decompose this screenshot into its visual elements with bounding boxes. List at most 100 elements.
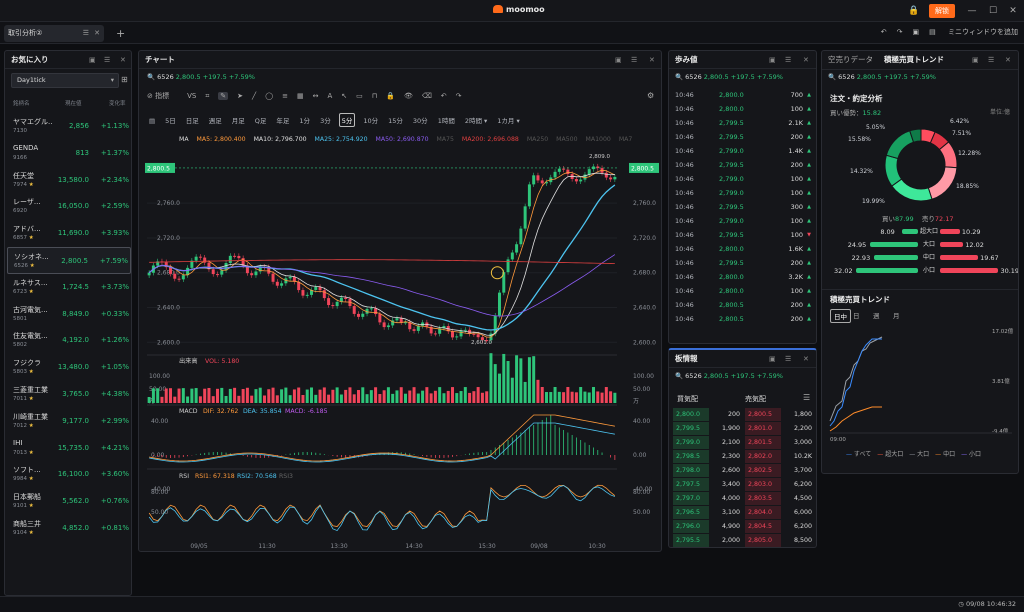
ask-price[interactable]: 2,802.0 — [745, 450, 781, 463]
watchlist-row[interactable]: フジクラ 5803 ★ 13,480.0 +1.05% — [7, 354, 131, 381]
watchlist-row[interactable]: 古河電気... 5801 8,849.0 +0.33% — [7, 301, 131, 328]
watchlist-row[interactable]: アドバ... 6857 ★ 11,690.0 +3.93% — [7, 220, 131, 247]
mini-window-button[interactable]: ▤ ミニウィンドウを追加 — [929, 28, 1018, 36]
unlock-button[interactable]: 解锁 — [929, 4, 955, 18]
bid-price[interactable]: 2,800.0 — [673, 408, 709, 421]
link-icon[interactable]: ▣ — [769, 51, 776, 69]
add-tab-icon[interactable]: + — [116, 27, 125, 40]
grid-icon[interactable]: ⊞ — [121, 75, 128, 84]
minimize-icon[interactable]: — — [966, 5, 978, 17]
divider — [822, 289, 1018, 290]
candle-body — [271, 273, 275, 282]
bid-price[interactable]: 2,797.0 — [673, 492, 709, 505]
star-icon: ★ — [27, 530, 34, 536]
trend-tab[interactable]: 月 — [890, 309, 903, 321]
ask-price[interactable]: 2,803.0 — [745, 478, 781, 491]
link-icon[interactable]: ▣ — [89, 51, 96, 69]
watchlist-row[interactable]: 住友電気... 5802 4,192.0 +1.26% — [7, 327, 131, 354]
menu-icon[interactable]: ☰ — [785, 350, 791, 368]
rsi-label: RSI — [179, 473, 189, 480]
trade-time: 10:46 — [675, 147, 694, 155]
code-text: 7013 — [13, 449, 27, 456]
search-icon[interactable]: 🔍 — [828, 73, 836, 81]
bid-price[interactable]: 2,795.5 — [673, 534, 709, 547]
bid-price[interactable]: 2,799.5 — [673, 422, 709, 435]
trend-tab[interactable]: 日 — [850, 309, 863, 321]
tab-analysis[interactable]: 取引分析② ☰ ✕ — [4, 25, 104, 42]
bid-price[interactable]: 2,798.5 — [673, 450, 709, 463]
watchlist-row[interactable]: 任天堂 7974 ★ 13,580.0 +2.34% — [7, 167, 131, 194]
watchlist-row[interactable]: ソシオネ... 6526 ★ 2,800.5 +7.59% — [7, 247, 131, 274]
maximize-icon[interactable]: ☐ — [987, 5, 999, 17]
watchlist-row[interactable]: IHI 7013 ★ 15,735.0 +4.21% — [7, 435, 131, 462]
tab-short-data[interactable]: 空売りデータ — [828, 51, 873, 69]
price-chart-svg[interactable]: 2,760.0 2,760.0 2,720.0 2,720.0 2,680.0 2,680… — [139, 51, 662, 552]
ask-price[interactable]: 2,804.0 — [745, 506, 781, 519]
close-icon[interactable]: ✕ — [803, 350, 809, 368]
lock-icon[interactable]: 🔒 — [908, 5, 920, 17]
ask-price[interactable]: 2,805.0 — [745, 534, 781, 547]
ask-price[interactable]: 2,800.5 — [745, 408, 781, 421]
book-row: 2,798.5 2,300 2,802.0 10.2K — [673, 450, 814, 463]
bid-price[interactable]: 2,798.0 — [673, 464, 709, 477]
watchlist-row[interactable]: 川崎重工業 7012 ★ 9,177.0 +2.99% — [7, 408, 131, 435]
trade-price: 2,800.0 — [719, 287, 744, 295]
watchlist-row[interactable]: 日本郵船 9101 ★ 5,562.0 +0.76% — [7, 488, 131, 515]
ask-price[interactable]: 2,804.5 — [745, 520, 781, 533]
save-icon[interactable]: ▣ — [913, 28, 920, 36]
star-icon: ★ — [27, 476, 34, 483]
link-icon[interactable]: ▣ — [972, 56, 979, 64]
donut-label: 15.58% — [848, 136, 871, 143]
menu-icon[interactable]: ☰ — [83, 25, 89, 42]
volume-bar — [352, 394, 356, 403]
candle-body — [352, 306, 356, 314]
tab-active-trend[interactable]: 積極売買トレンド — [884, 51, 944, 69]
ask-price[interactable]: 2,803.5 — [745, 492, 781, 505]
watchlist-row[interactable]: ソフト... 9984 ★ 16,100.0 +3.60% — [7, 461, 131, 488]
bid-price[interactable]: 2,796.5 — [673, 506, 709, 519]
watchlist-row[interactable]: ルネサス... 6723 ★ 1,724.5 +3.73% — [7, 274, 131, 301]
volume-bar — [173, 396, 177, 403]
candle-body — [519, 228, 523, 245]
donut-label: 19.99% — [862, 198, 885, 205]
ask-price[interactable]: 2,801.5 — [745, 436, 781, 449]
close-icon[interactable]: ✕ — [1007, 5, 1019, 17]
watchlist-row[interactable]: レーザ... 6920 16,050.0 +2.59% — [7, 193, 131, 220]
search-icon[interactable]: 🔍 — [675, 73, 683, 81]
menu-icon[interactable]: ☰ — [988, 56, 994, 64]
macd-tick-left: 40.00 — [151, 418, 168, 425]
volume-bar — [314, 394, 318, 403]
trend-tab[interactable]: 週 — [870, 309, 883, 321]
volume-bar — [258, 387, 262, 403]
ask-qty: 1,800 — [793, 411, 812, 418]
redo-icon[interactable]: ↷ — [897, 28, 903, 36]
candle-body — [322, 290, 326, 299]
stock-price: 13,480.0 — [57, 363, 89, 372]
watchlist-row[interactable]: ヤマエグル... 7130 2,856 +1.13% — [7, 113, 131, 140]
link-icon[interactable]: ▣ — [769, 350, 776, 368]
ask-price[interactable]: 2,801.0 — [745, 422, 781, 435]
close-icon[interactable]: ✕ — [120, 51, 126, 69]
watchlist-row[interactable]: GENDA 9166 813 +1.37% — [7, 140, 131, 167]
menu-icon[interactable]: ☰ — [803, 393, 810, 402]
volume-bar — [472, 391, 476, 403]
search-icon[interactable]: 🔍 — [675, 372, 683, 380]
close-icon[interactable]: ✕ — [803, 51, 809, 69]
watchlist-group-select[interactable]: Day1tick — [11, 73, 119, 88]
bid-price[interactable]: 2,799.0 — [673, 436, 709, 449]
volume-bar — [433, 390, 437, 403]
menu-icon[interactable]: ☰ — [785, 51, 791, 69]
watchlist-row[interactable]: 商船三井 9104 ★ 4,852.0 +0.81% — [7, 515, 131, 542]
trade-price: 2,800.0 — [719, 273, 744, 281]
watchlist-row[interactable]: 三菱重工業 7011 ★ 3,765.0 +4.38% — [7, 381, 131, 408]
tab-close-icon[interactable]: ✕ — [94, 25, 100, 42]
undo-icon[interactable]: ↶ — [881, 28, 887, 36]
stock-change: +3.60% — [100, 470, 129, 479]
volume-bar — [164, 388, 168, 403]
volume-bar — [305, 389, 309, 403]
bid-price[interactable]: 2,797.5 — [673, 478, 709, 491]
close-icon[interactable]: ✕ — [1005, 56, 1011, 64]
ask-price[interactable]: 2,802.5 — [745, 464, 781, 477]
menu-icon[interactable]: ☰ — [104, 51, 110, 69]
bid-price[interactable]: 2,796.0 — [673, 520, 709, 533]
